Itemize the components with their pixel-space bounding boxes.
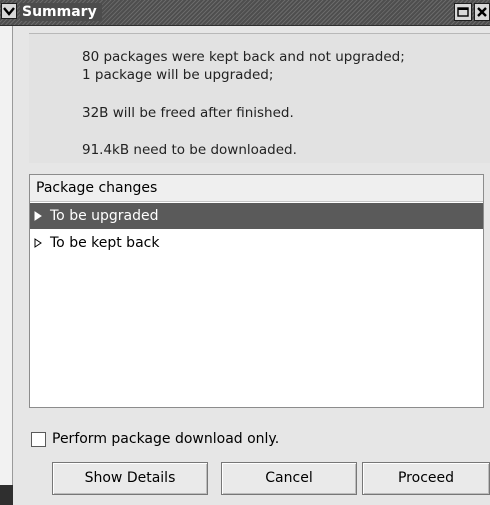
window-title: Summary xyxy=(20,3,102,21)
tree-row-label: To be upgraded xyxy=(50,208,159,224)
window-frame-corner xyxy=(0,485,13,505)
download-only-checkbox[interactable] xyxy=(31,432,46,447)
summary-info-panel: 80 packages were kept back and not upgra… xyxy=(29,33,490,163)
proceed-button[interactable]: Proceed xyxy=(362,462,490,495)
download-only-label[interactable]: Perform package download only. xyxy=(52,430,279,448)
package-changes-tree[interactable]: Package changes To be upgraded To be kep… xyxy=(29,174,484,408)
maximize-button[interactable] xyxy=(454,3,472,21)
expander-right-icon[interactable] xyxy=(34,211,44,221)
window-frame-left xyxy=(0,26,13,505)
window-menu-button[interactable] xyxy=(1,3,17,19)
summary-freed-text: 32B will be freed after finished. xyxy=(82,105,294,121)
close-button[interactable] xyxy=(474,3,490,21)
summary-dialog: Summary 80 packages were kept back and n… xyxy=(0,0,490,505)
chevron-down-icon xyxy=(3,6,15,16)
show-details-button[interactable]: Show Details xyxy=(52,462,208,495)
summary-upgrade-text: 1 package will be upgraded; xyxy=(82,67,274,83)
cancel-button[interactable]: Cancel xyxy=(221,462,357,495)
tree-row-to-be-upgraded[interactable]: To be upgraded xyxy=(30,203,483,229)
tree-row-label: To be kept back xyxy=(50,235,160,251)
summary-kept-back-text: 80 packages were kept back and not upgra… xyxy=(82,49,405,65)
maximize-icon xyxy=(457,7,469,17)
summary-download-text: 91.4kB need to be downloaded. xyxy=(82,142,297,158)
tree-row-to-be-kept-back[interactable]: To be kept back xyxy=(30,230,483,256)
tree-column-header[interactable]: Package changes xyxy=(30,175,483,202)
title-bar[interactable]: Summary xyxy=(0,0,490,26)
expander-right-icon[interactable] xyxy=(34,238,44,248)
close-icon xyxy=(477,7,487,17)
